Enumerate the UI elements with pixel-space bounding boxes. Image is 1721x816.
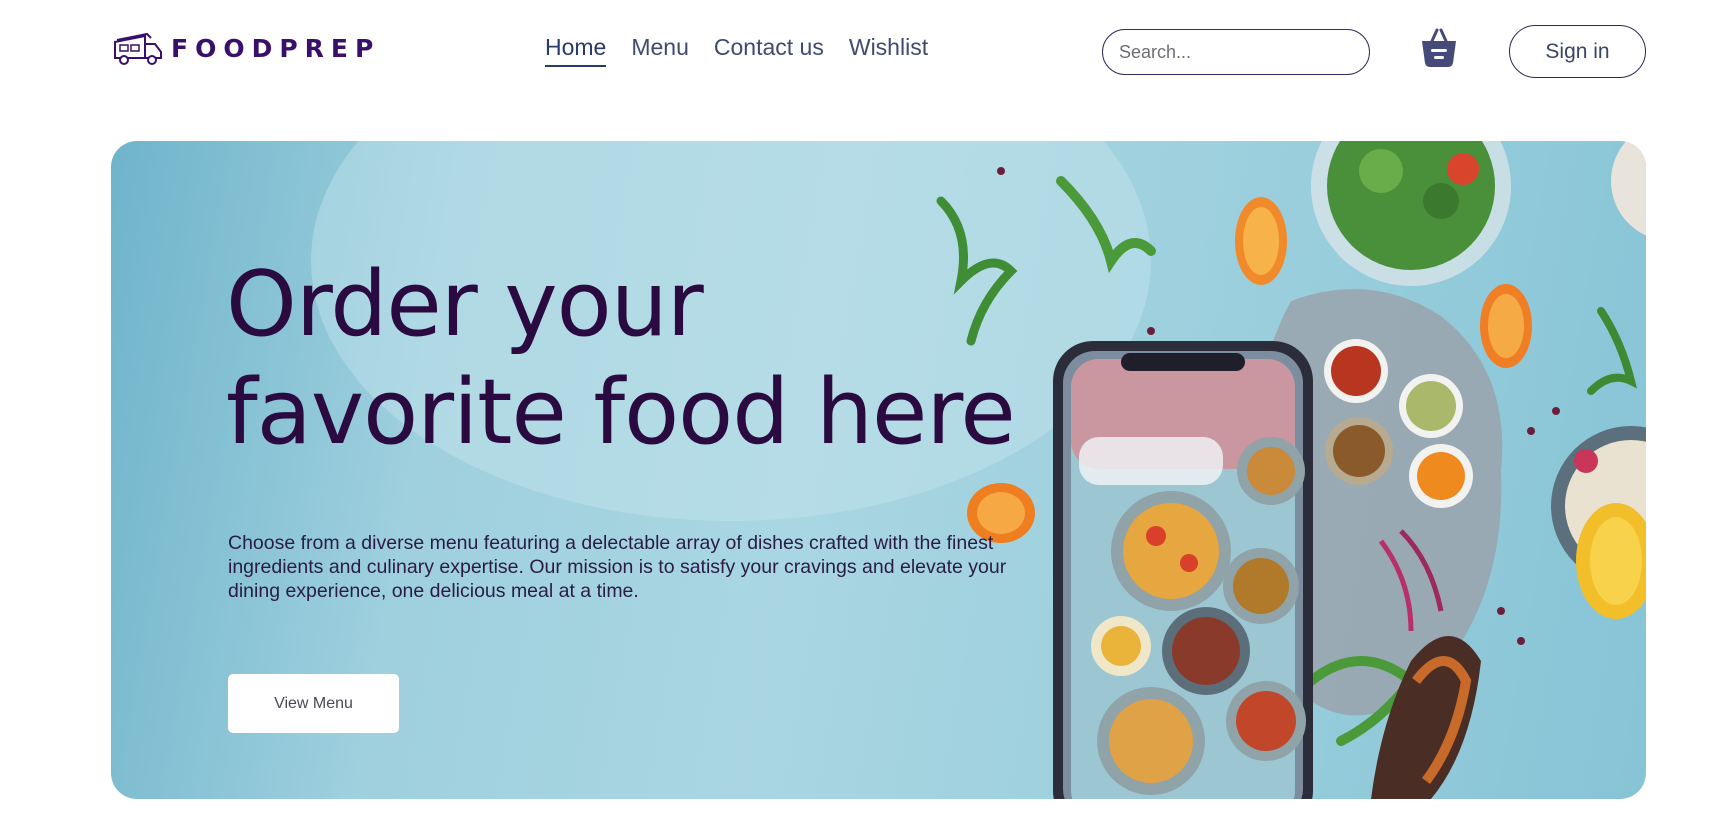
hero-description: Choose from a diverse menu featuring a d…	[228, 532, 1007, 602]
search-input[interactable]	[1102, 29, 1370, 75]
basket-icon[interactable]	[1420, 27, 1458, 69]
main-nav: Home Menu Contact us Wishlist	[545, 34, 928, 67]
nav-item-contact[interactable]: Contact us	[714, 34, 824, 67]
nav-item-wishlist[interactable]: Wishlist	[849, 34, 928, 67]
hero-banner: Order your favorite food here Choose fro…	[111, 141, 1646, 799]
view-menu-button[interactable]: View Menu	[228, 674, 399, 733]
brand-name: FOODPREP	[171, 33, 381, 63]
food-truck-icon	[114, 32, 162, 65]
nav-item-home[interactable]: Home	[545, 34, 607, 67]
nav-item-menu[interactable]: Menu	[631, 34, 689, 67]
brand-logo[interactable]: FOODPREP	[111, 30, 380, 66]
hero-title: Order your favorite food here	[226, 252, 1016, 465]
sign-in-button[interactable]: Sign in	[1509, 25, 1646, 78]
